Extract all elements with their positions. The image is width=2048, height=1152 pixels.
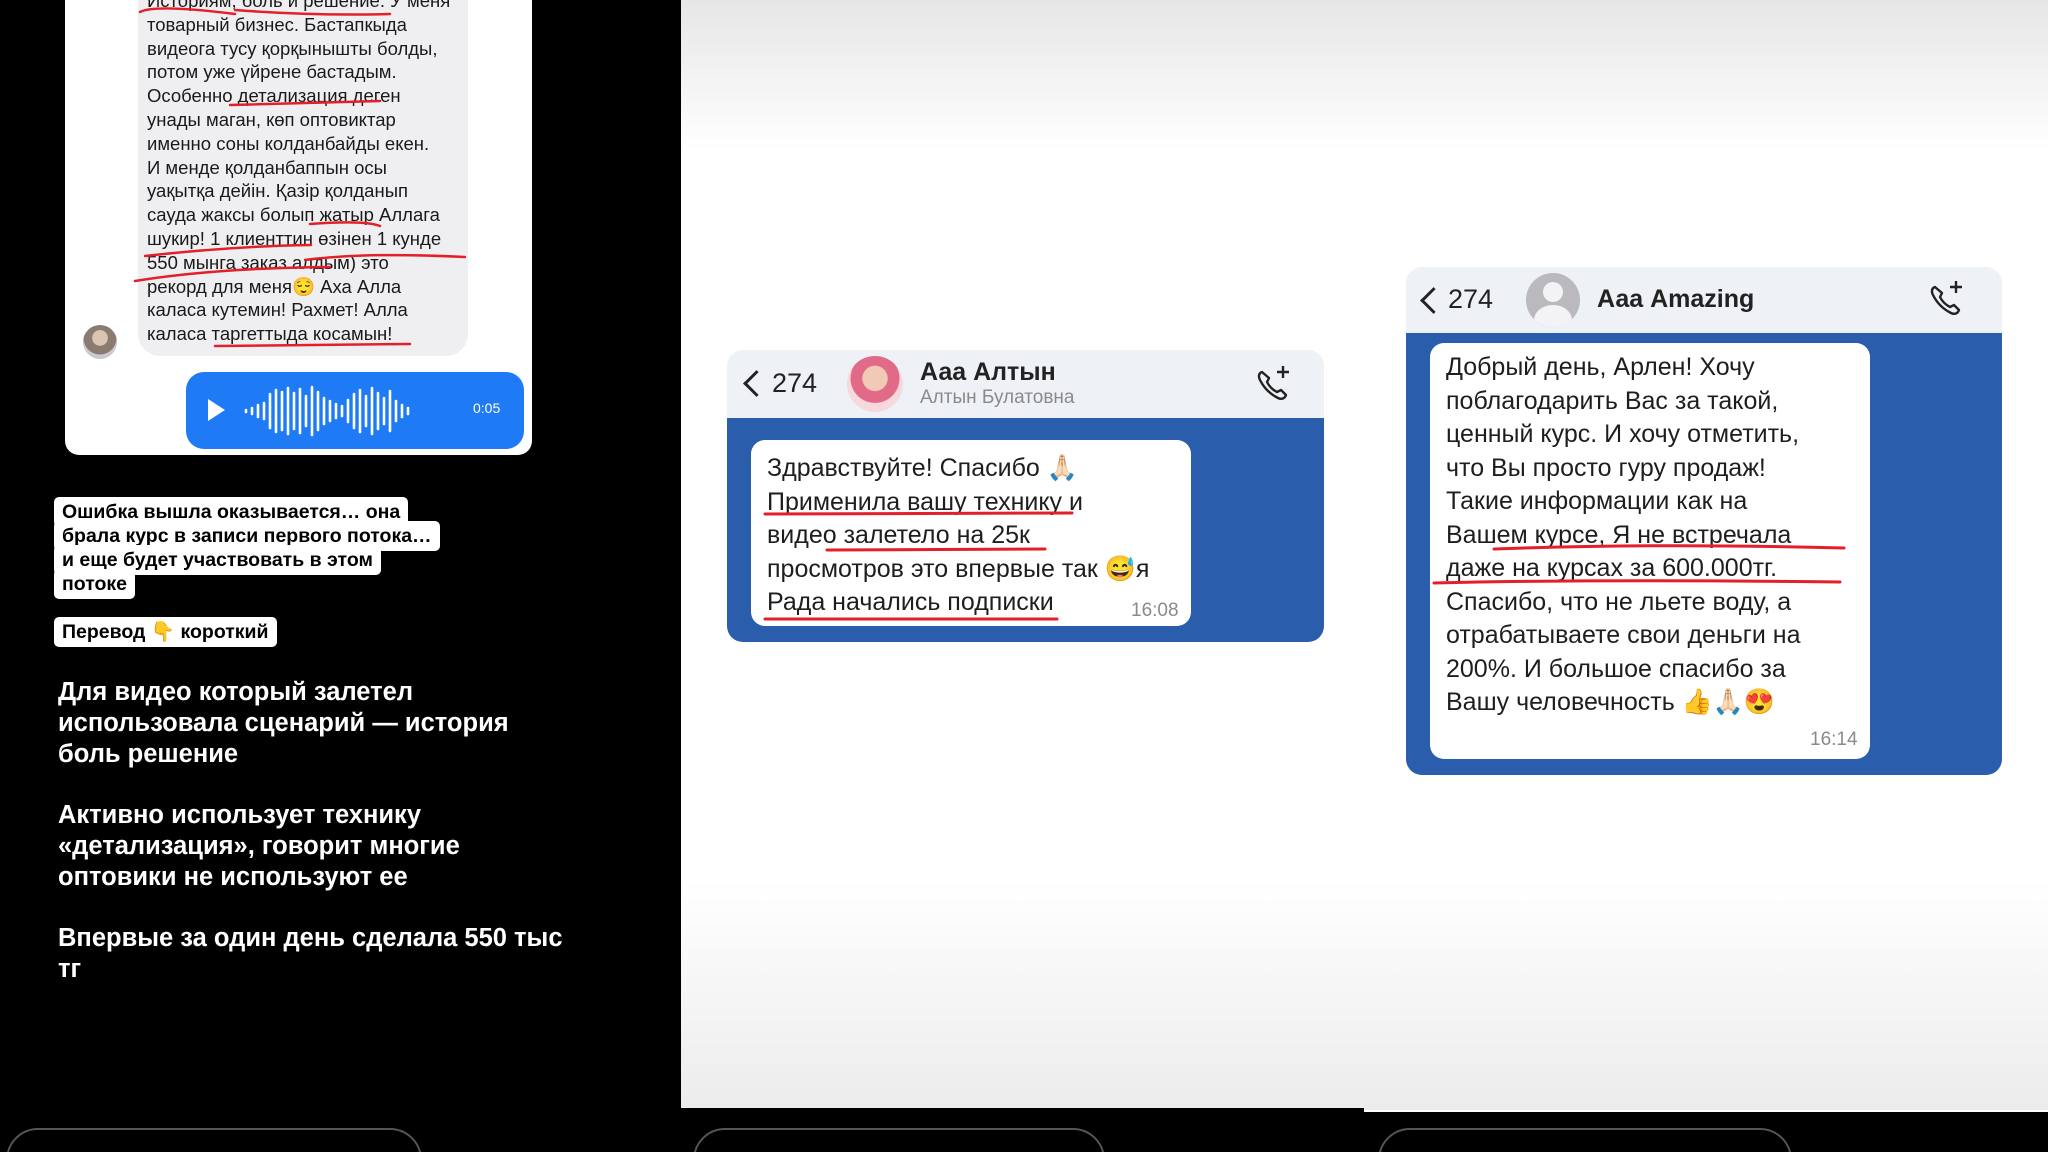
reply-input[interactable] [1378,1128,1792,1152]
story-panel-right: 274 Ааа Amazing Добрый день, Арлен! Хочу… [1364,0,2048,1152]
story-panel-left: Историям, боль и решение. У меня товарны… [0,0,681,1152]
red-underline-marks [763,511,1074,621]
chat-screenshot-card: 274 Ааа Amazing Добрый день, Арлен! Хочу… [1406,267,2002,775]
translation-tag: Перевод 👇 короткий [54,617,277,647]
story-paragraph: Впервые за один день сделала 550 тыс тг [58,924,563,983]
story-panel-middle: 274 Ааа Алтын Алтын Булатовна Здравствуй… [681,0,1364,1152]
caption-tag: потоке [54,569,136,599]
avatar [1526,273,1580,327]
red-underline-marks [1432,544,1846,585]
reply-input[interactable] [693,1128,1105,1152]
contact-subtitle: Алтын Булатовна [920,387,1075,408]
back-icon[interactable] [743,370,770,397]
add-call-icon[interactable] [1253,364,1293,404]
contact-name: Ааа Amazing [1597,285,1755,313]
chat-screenshot-card: Историям, боль и решение. У меня товарны… [65,0,532,455]
contact-name: Ааа Алтын [920,358,1056,386]
story-paragraph: Активно использует технику «детализация»… [58,801,460,891]
reply-input[interactable] [6,1128,422,1152]
chat-header: 274 Ааа Amazing [1406,267,2002,333]
chat-header: 274 Ааа Алтын Алтын Булатовна [727,350,1324,418]
sender-avatar [83,325,117,359]
voice-duration: 0:05 [473,400,501,416]
story-paragraph: Для видео который залетел использовала с… [58,678,509,768]
unread-count: 274 [1448,284,1494,314]
chat-background: Здравствуйте! Спасибо 🙏🏻 Применила вашу … [727,418,1324,642]
add-call-icon[interactable] [1926,279,1966,319]
chat-screenshot-card: 274 Ааа Алтын Алтын Булатовна Здравствуй… [727,350,1324,642]
back-icon[interactable] [1420,287,1447,314]
chat-background: Добрый день, Арлен! Хочу поблагодарить В… [1406,333,2002,775]
avatar [847,356,903,412]
unread-count: 274 [772,368,818,398]
voice-message[interactable]: 0:05 [186,372,524,449]
